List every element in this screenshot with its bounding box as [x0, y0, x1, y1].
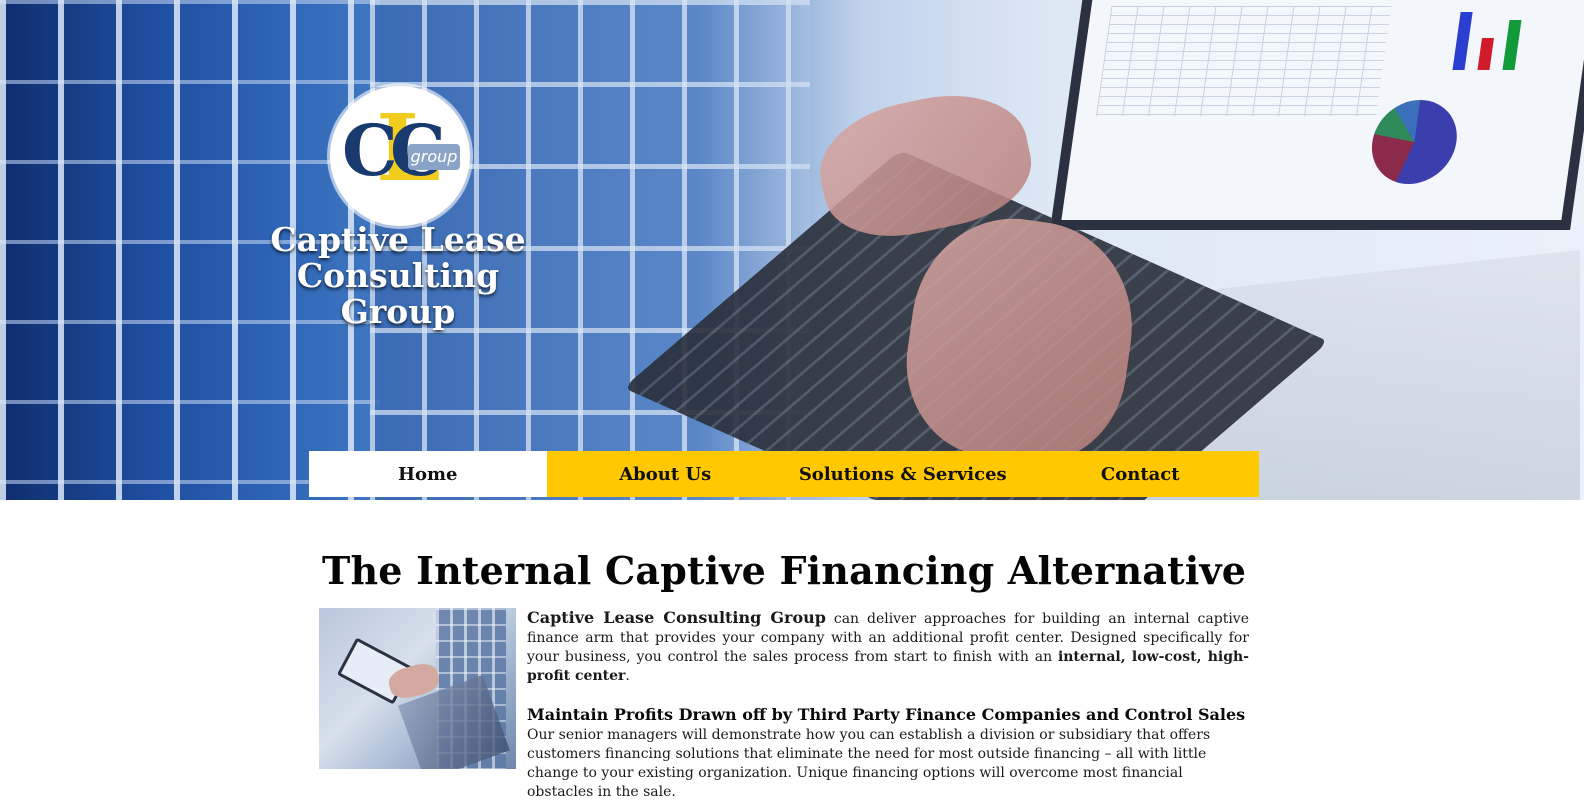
- section-heading: Maintain Profits Drawn off by Third Part…: [527, 705, 1246, 724]
- screen-bar-blue: [1452, 12, 1473, 70]
- nav-item-home[interactable]: Home: [309, 451, 547, 497]
- logo-group-word: group: [408, 144, 460, 170]
- nav-item-solutions-services[interactable]: Solutions & Services: [784, 451, 1022, 497]
- section-paragraph: Our senior managers will demonstrate how…: [527, 727, 1211, 800]
- clc-logo[interactable]: L C C group: [330, 86, 470, 226]
- brand-name[interactable]: Captive Lease Consulting Group: [240, 222, 556, 330]
- intro-paragraph: Captive Lease Consulting Group can deliv…: [527, 608, 1249, 686]
- screen-pie-image: [1366, 100, 1463, 184]
- spreadsheet-image: [1096, 6, 1392, 116]
- screen-bar-green: [1502, 20, 1522, 70]
- intro-end: .: [625, 668, 630, 684]
- laptop-screen-image: [1050, 0, 1584, 230]
- brand-name-line2: Consulting Group: [296, 256, 500, 331]
- intro-company-name: Captive Lease Consulting Group: [527, 608, 826, 627]
- page-title: The Internal Captive Financing Alternati…: [322, 548, 1247, 593]
- intro-copy: Captive Lease Consulting Group can deliv…: [527, 608, 1249, 802]
- hero-banner: L C C group Captive Lease Consulting Gro…: [0, 0, 1584, 500]
- screen-bar-red: [1477, 38, 1494, 70]
- main-nav: Home About Us Solutions & Services Conta…: [309, 451, 1259, 497]
- tablet-business-image: [319, 608, 516, 769]
- nav-item-about-us[interactable]: About Us: [546, 451, 784, 497]
- brand-name-line1: Captive Lease: [270, 220, 526, 259]
- nav-item-contact[interactable]: Contact: [1021, 451, 1259, 497]
